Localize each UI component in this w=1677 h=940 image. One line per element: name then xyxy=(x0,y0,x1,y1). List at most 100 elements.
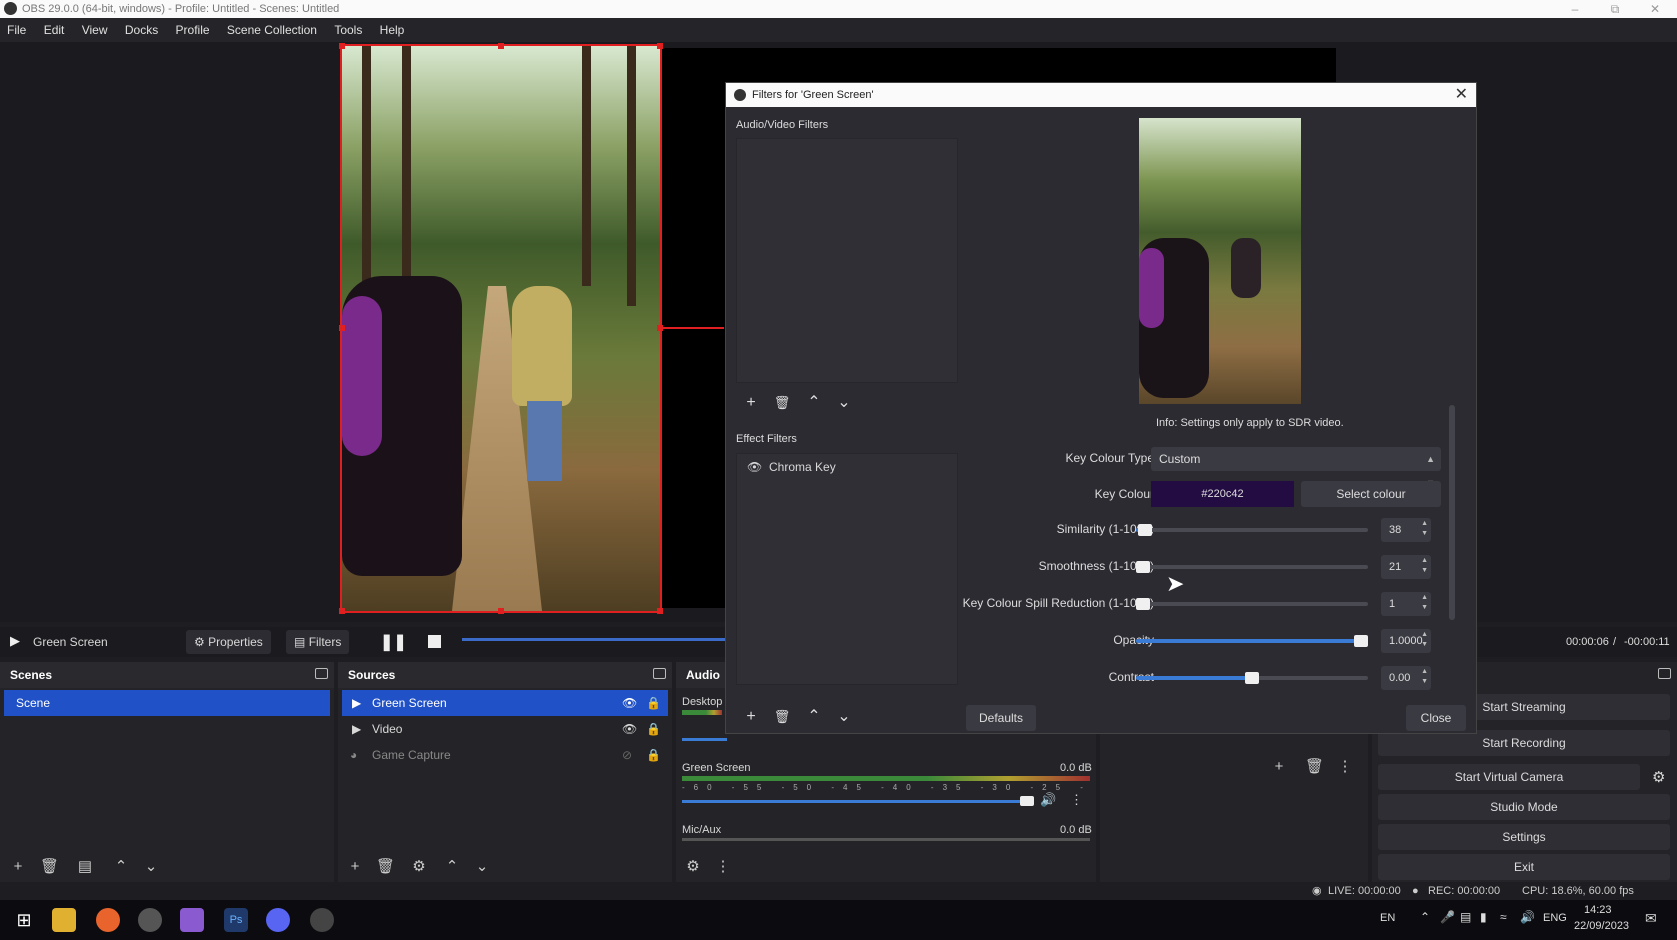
move-down-icon[interactable]: ⌄ xyxy=(833,392,855,414)
transform-handle-tl[interactable] xyxy=(339,43,345,49)
menu-file[interactable]: File xyxy=(0,18,33,42)
battery-icon[interactable]: ▮ xyxy=(1480,910,1487,924)
menu-help[interactable]: Help xyxy=(373,18,412,42)
add-icon[interactable]: + xyxy=(740,706,762,728)
notifications-icon[interactable]: ✉ xyxy=(1645,910,1657,927)
unity-icon[interactable] xyxy=(138,908,162,932)
audio-settings-gear-icon[interactable]: ⚙ xyxy=(684,858,702,876)
effect-filter-chroma-key[interactable]: 👁 Chroma Key xyxy=(737,454,957,480)
settings-button[interactable]: Settings xyxy=(1378,824,1670,850)
spill-reduction-spinbox[interactable]: 1 ▲ ▼ xyxy=(1381,592,1431,616)
desktop-volume-slider[interactable] xyxy=(682,738,727,741)
menu-tools[interactable]: Tools xyxy=(327,18,369,42)
smoothness-slider[interactable] xyxy=(1136,561,1368,573)
clock-date[interactable]: 22/09/2023 xyxy=(1574,920,1629,932)
transform-handle-bl[interactable] xyxy=(339,608,345,614)
transform-handle-b[interactable] xyxy=(498,608,504,614)
menu-view[interactable]: View xyxy=(75,18,115,42)
trash-icon[interactable]: 🗑 xyxy=(376,858,395,876)
audio-video-filters-list[interactable] xyxy=(736,138,958,383)
opacity-slider[interactable] xyxy=(1136,635,1368,647)
speaker-icon[interactable]: 🔊 xyxy=(1040,792,1056,808)
lock-icon[interactable]: 🔒 xyxy=(646,690,661,716)
settings-scrollbar[interactable] xyxy=(1449,405,1455,620)
similarity-spinbox[interactable]: 38 ▲ ▼ xyxy=(1381,518,1431,542)
move-up-icon[interactable]: ⌃ xyxy=(803,392,825,414)
discord-icon[interactable] xyxy=(266,908,290,932)
file-explorer-icon[interactable] xyxy=(52,908,76,932)
select-colour-button[interactable]: Select colour xyxy=(1301,481,1441,507)
similarity-slider[interactable] xyxy=(1136,524,1368,536)
trash-icon[interactable]: 🗑 xyxy=(771,706,793,728)
clock-time[interactable]: 14:23 xyxy=(1584,904,1612,916)
contrast-spinbox[interactable]: 0.00 ▲ ▼ xyxy=(1381,666,1431,690)
close-button[interactable]: Close xyxy=(1406,705,1466,731)
network-icon[interactable]: ▤ xyxy=(1460,910,1471,924)
move-up-icon[interactable]: ⌃ xyxy=(803,706,825,728)
transform-handle-l[interactable] xyxy=(339,325,345,331)
visual-studio-icon[interactable] xyxy=(180,908,204,932)
visibility-eye-icon[interactable]: 👁 xyxy=(622,690,637,716)
scene-filters-icon[interactable]: ▤ xyxy=(76,858,94,876)
undock-icon[interactable] xyxy=(1658,668,1671,679)
opacity-spinbox[interactable]: 1.0000 ▲ ▼ xyxy=(1381,629,1431,653)
virtual-camera-gear-icon[interactable]: ⚙ xyxy=(1652,768,1665,786)
filters-button[interactable]: ▤ Filters xyxy=(286,630,350,654)
smoothness-spinbox[interactable]: 21 ▲ ▼ xyxy=(1381,555,1431,579)
green-screen-volume-slider[interactable] xyxy=(682,800,1027,803)
menu-docks[interactable]: Docks xyxy=(118,18,165,42)
microphone-icon[interactable]: 🎤 xyxy=(1440,910,1455,924)
transform-handle-br[interactable] xyxy=(657,608,663,614)
menu-scene-collection[interactable]: Scene Collection xyxy=(220,18,324,42)
start-virtual-camera-button[interactable]: Start Virtual Camera xyxy=(1378,764,1640,790)
visibility-eye-icon[interactable]: 👁 xyxy=(622,716,637,742)
trash-icon[interactable]: 🗑 xyxy=(40,858,59,876)
add-icon[interactable]: + xyxy=(346,858,364,876)
properties-button[interactable]: ⚙ Properties xyxy=(186,630,271,654)
kebab-menu-icon[interactable]: ⋮ xyxy=(1336,758,1354,776)
move-down-icon[interactable]: ⌄ xyxy=(142,858,160,876)
move-down-icon[interactable]: ⌄ xyxy=(473,858,491,876)
media-seek-bar[interactable] xyxy=(462,638,728,641)
move-up-icon[interactable]: ⌃ xyxy=(112,858,130,876)
transform-handle-t[interactable] xyxy=(498,43,504,49)
menu-profile[interactable]: Profile xyxy=(169,18,217,42)
source-item-green-screen[interactable]: ▶ Green Screen 👁 🔒 xyxy=(342,690,668,716)
move-up-icon[interactable]: ⌃ xyxy=(443,858,461,876)
wifi-icon[interactable]: ≈ xyxy=(1500,910,1507,924)
windows-start-icon[interactable]: ⊞ xyxy=(12,908,36,932)
firefox-icon[interactable] xyxy=(96,908,120,932)
add-icon[interactable]: + xyxy=(740,392,762,414)
visibility-eye-icon[interactable]: 👁 xyxy=(747,454,762,480)
close-icon[interactable]: ✕ xyxy=(1632,0,1677,18)
add-icon[interactable]: + xyxy=(9,858,27,876)
stop-icon[interactable] xyxy=(428,635,441,648)
close-icon[interactable]: ✕ xyxy=(1455,83,1468,107)
undock-icon[interactable] xyxy=(653,668,666,679)
green-screen-volume-knob[interactable] xyxy=(1020,796,1034,806)
defaults-button[interactable]: Defaults xyxy=(966,705,1036,731)
gear-icon[interactable]: ⚙ xyxy=(410,858,428,876)
add-icon[interactable]: + xyxy=(1270,758,1288,776)
green-screen-source-preview[interactable] xyxy=(340,44,662,613)
pause-icon[interactable]: ❚❚ xyxy=(380,632,407,652)
trash-icon[interactable]: 🗑 xyxy=(771,392,793,414)
visibility-hidden-icon[interactable]: ⊘ xyxy=(622,742,632,768)
contrast-slider[interactable] xyxy=(1136,672,1368,684)
trash-icon[interactable]: 🗑 xyxy=(1305,758,1324,776)
kebab-menu-icon[interactable]: ⋮ xyxy=(1070,792,1083,808)
exit-button[interactable]: Exit xyxy=(1378,854,1670,880)
source-item-video[interactable]: ▶ Video 👁 🔒 xyxy=(342,716,668,742)
lock-icon[interactable]: 🔒 xyxy=(646,716,661,742)
scene-item[interactable]: Scene xyxy=(4,690,330,716)
effect-filters-list[interactable]: 👁 Chroma Key xyxy=(736,453,958,685)
mic-aux-volume-slider[interactable] xyxy=(682,838,1090,841)
keyboard-language[interactable]: ENG xyxy=(1543,912,1567,924)
key-colour-swatch[interactable]: #220c42 xyxy=(1151,481,1294,507)
input-language[interactable]: EN xyxy=(1380,912,1395,924)
transform-handle-tr[interactable] xyxy=(657,43,663,49)
tray-chevron-icon[interactable]: ⌃ xyxy=(1420,910,1430,924)
obs-taskbar-icon[interactable] xyxy=(310,908,334,932)
lock-icon[interactable]: 🔒 xyxy=(646,742,661,768)
key-colour-type-select[interactable]: Custom ▲▼ xyxy=(1151,447,1441,488)
